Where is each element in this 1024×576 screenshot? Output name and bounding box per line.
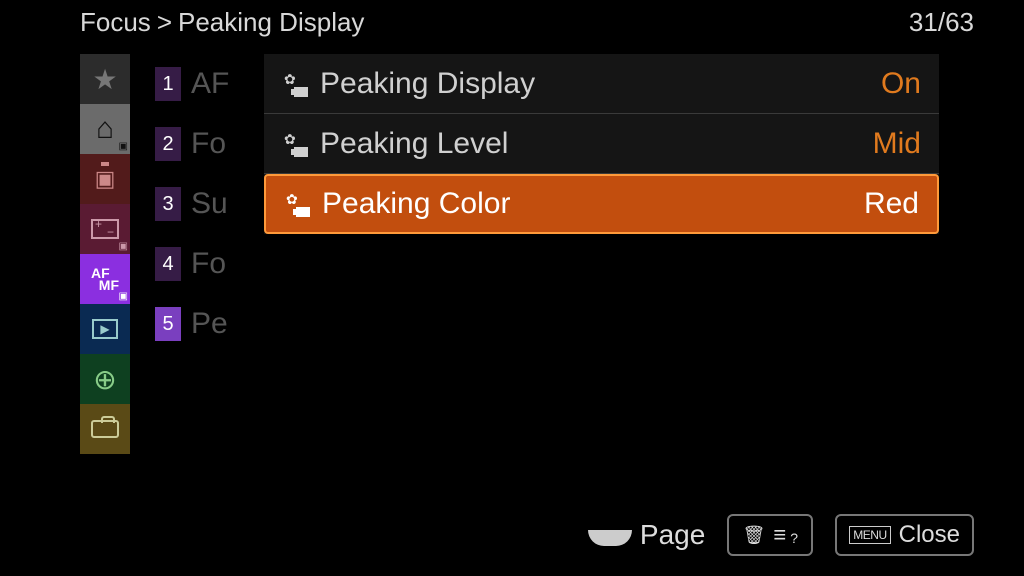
toolbox-icon [91, 420, 119, 438]
breadcrumb-current: Peaking Display [178, 7, 364, 38]
camera-icon [95, 166, 116, 192]
camera-corner-icon: ▣ [119, 241, 128, 252]
page-label: Page [640, 519, 705, 551]
bottom-bar: Page 🗑 ≡? MENU Close [0, 512, 974, 558]
category-rail: ▣ ▣ AF MF▣ [80, 54, 130, 454]
close-button[interactable]: MENU Close [835, 514, 974, 556]
page-counter: 31/63 [909, 7, 974, 38]
breadcrumb-root: Focus [80, 7, 151, 38]
submenu-label: Pe [191, 307, 228, 341]
trash-icon: 🗑 [743, 525, 766, 546]
camera-corner-icon: ▣ [119, 291, 128, 302]
setting-label: Peaking Level [320, 127, 508, 161]
help-button[interactable]: 🗑 ≡? [727, 514, 813, 556]
setting-value: Red [864, 187, 919, 221]
submenu-item-selected[interactable]: 5 Pe [155, 294, 265, 354]
category-icon: ✿ [282, 71, 308, 97]
help-qmark: ? [790, 530, 798, 546]
setting-value: Mid [873, 127, 921, 161]
page-total: 63 [945, 7, 974, 37]
submenu-label: Fo [191, 127, 226, 161]
page-current: 31 [909, 7, 938, 37]
submenu-label: Su [191, 187, 228, 221]
submenu-number: 4 [155, 247, 181, 281]
dial-icon [588, 530, 632, 546]
page-sep: / [938, 7, 945, 37]
menu-icon: MENU [849, 526, 890, 544]
submenu-number: 1 [155, 67, 181, 101]
submenu-number: 2 [155, 127, 181, 161]
rail-shooting[interactable] [80, 154, 130, 204]
category-icon: ✿ [282, 131, 308, 157]
setting-peaking-level[interactable]: ✿ Peaking Level Mid [264, 114, 939, 174]
mf-label: MF [99, 277, 119, 293]
submenu-item[interactable]: 2 Fo [155, 114, 265, 174]
rail-favorites[interactable] [80, 54, 130, 104]
setting-label: Peaking Display [320, 67, 535, 101]
afmf-icon: AF MF [91, 267, 119, 291]
exposure-icon [91, 219, 119, 239]
setting-peaking-display[interactable]: ✿ Peaking Display On [264, 54, 939, 114]
category-icon: ✿ [284, 191, 310, 217]
breadcrumb: Focus > Peaking Display [80, 7, 364, 38]
star-icon [92, 63, 117, 96]
submenu-label: AF [191, 67, 229, 101]
header: Focus > Peaking Display 31/63 [80, 4, 974, 40]
rail-home[interactable]: ▣ [80, 104, 130, 154]
close-label: Close [899, 521, 960, 549]
home-icon [96, 112, 114, 146]
rail-playback[interactable] [80, 304, 130, 354]
submenu-item[interactable]: 1 AF [155, 54, 265, 114]
submenu-item[interactable]: 4 Fo [155, 234, 265, 294]
globe-icon [93, 363, 116, 396]
setting-label: Peaking Color [322, 187, 510, 221]
settings-panel: ✿ Peaking Display On ✿ Peaking Level Mid… [264, 54, 939, 234]
submenu-list: 1 AF 2 Fo 3 Su 4 Fo 5 Pe [155, 54, 265, 354]
setting-value: On [881, 67, 921, 101]
playback-icon [92, 319, 118, 339]
rail-setup[interactable] [80, 404, 130, 454]
camera-corner-icon: ▣ [119, 141, 128, 152]
breadcrumb-sep: > [157, 7, 172, 38]
submenu-number: 5 [155, 307, 181, 341]
list-icon: ≡ [773, 522, 786, 548]
submenu-number: 3 [155, 187, 181, 221]
submenu-label: Fo [191, 247, 226, 281]
rail-network[interactable] [80, 354, 130, 404]
setting-peaking-color-selected[interactable]: ✿ Peaking Color Red [264, 174, 939, 234]
submenu-item[interactable]: 3 Su [155, 174, 265, 234]
rail-focus[interactable]: AF MF▣ [80, 254, 130, 304]
rail-exposure[interactable]: ▣ [80, 204, 130, 254]
page-control[interactable]: Page [588, 519, 705, 551]
